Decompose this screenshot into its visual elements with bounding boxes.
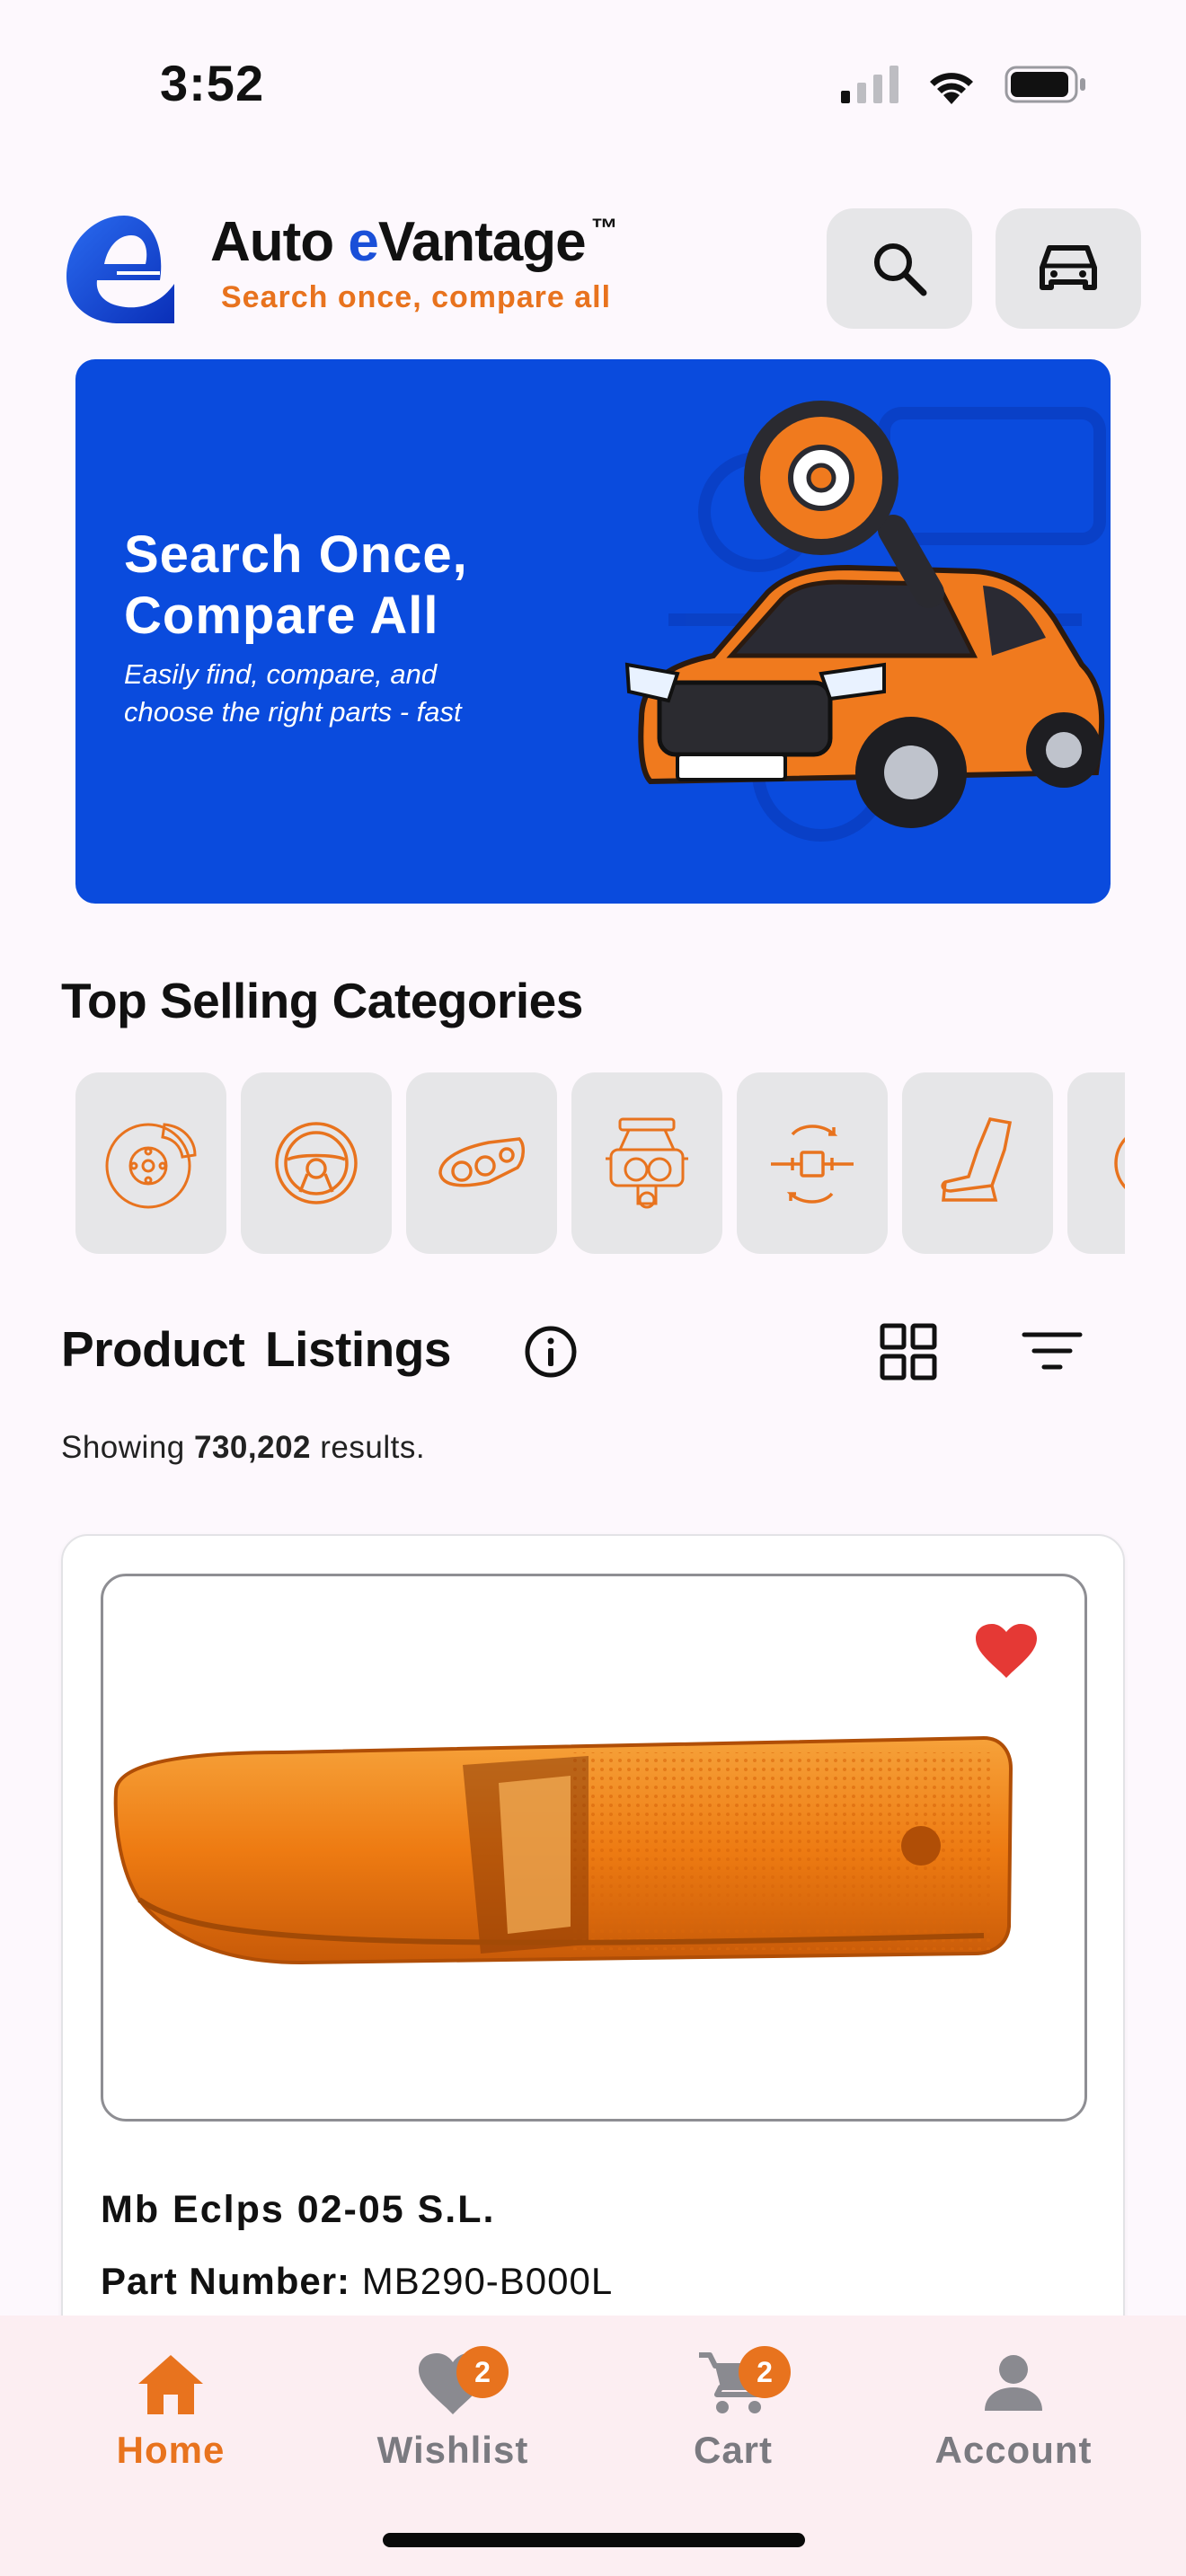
engine-icon <box>606 1117 688 1209</box>
grid-view-icon[interactable] <box>879 1322 938 1381</box>
categories-title: Top Selling Categories <box>61 973 583 1028</box>
banner-subtitle-line1: Easily find, compare, and <box>124 658 438 690</box>
nav-wishlist-label: Wishlist <box>376 2429 529 2471</box>
account-icon <box>985 2355 1042 2411</box>
nav-home[interactable]: Home <box>54 2351 288 2504</box>
status-time: 3:52 <box>160 55 265 111</box>
brand-suffix: Vantage <box>377 211 587 273</box>
category-engine[interactable] <box>571 1072 722 1254</box>
status-icons <box>841 65 1087 104</box>
product-part-number: Part Number: MB290-B000L <box>101 2260 613 2303</box>
brand-logo <box>66 216 174 323</box>
brand-tagline: Search once, compare all <box>221 280 612 314</box>
nav-account-label: Account <box>934 2429 1093 2471</box>
category-strip[interactable] <box>75 1072 1125 1254</box>
car-icon <box>1040 245 1097 290</box>
category-steering[interactable] <box>241 1072 392 1254</box>
category-fuel[interactable] <box>737 1072 888 1254</box>
partial-category-icon <box>1114 1136 1125 1190</box>
home-indicator <box>383 2533 805 2547</box>
banner-subtitle: Easily find, compare, and choose the rig… <box>124 656 462 731</box>
brand-prefix: Auto <box>210 211 349 273</box>
banner-title: Search Once, Compare All <box>124 525 468 647</box>
info-icon[interactable] <box>523 1324 579 1380</box>
brand-e: e <box>348 211 378 273</box>
app-header: Auto eVantage ™ Search once, compare all <box>0 205 1186 331</box>
steering-wheel-icon <box>275 1122 358 1204</box>
nav-cart[interactable]: 2 Cart <box>616 2346 850 2504</box>
part-number-value: MB290-B000L <box>361 2260 614 2302</box>
nav-wishlist[interactable]: 2 Wishlist <box>336 2346 570 2504</box>
car-seat-icon <box>941 1117 1013 1202</box>
results-count: Showing 730,202 results. <box>61 1430 425 1466</box>
fuel-filter-icon <box>771 1125 854 1204</box>
promo-banner[interactable]: Search Once, Compare All Easily find, co… <box>75 359 1111 904</box>
home-icon <box>138 2355 203 2414</box>
category-brakes[interactable] <box>75 1072 226 1254</box>
favorite-button[interactable] <box>934 1579 1078 1723</box>
results-suffix: results. <box>311 1430 426 1465</box>
signal-icon <box>841 66 898 103</box>
product-name[interactable]: Mb Eclps 02-05 S.L. <box>101 2188 495 2232</box>
nav-account[interactable]: Account <box>897 2351 1130 2504</box>
nav-home-label: Home <box>116 2429 226 2471</box>
banner-title-line1: Search Once, <box>124 525 468 584</box>
part-number-label: Part Number: <box>101 2260 351 2302</box>
category-lighting[interactable] <box>406 1072 557 1254</box>
search-icon <box>874 243 927 296</box>
headlight-icon <box>438 1137 525 1187</box>
banner-subtitle-line2: choose the right parts - fast <box>124 696 462 728</box>
banner-title-line2: Compare All <box>124 587 439 645</box>
battery-icon <box>1005 66 1085 103</box>
category-more[interactable] <box>1067 1072 1125 1254</box>
results-prefix: Showing <box>61 1430 194 1465</box>
vehicle-button[interactable] <box>996 208 1141 329</box>
listings-title: Product Listings <box>61 1321 451 1377</box>
brand-name: Auto eVantage ™ <box>210 210 618 274</box>
nav-cart-label: Cart <box>693 2429 774 2471</box>
cart-badge: 2 <box>739 2346 791 2398</box>
heart-filled-icon <box>976 1624 1037 1678</box>
wifi-icon <box>930 73 973 104</box>
category-seats[interactable] <box>902 1072 1053 1254</box>
car-illustration <box>624 401 1106 842</box>
filter-icon[interactable] <box>1021 1329 1084 1374</box>
brake-disc-icon <box>105 1123 197 1209</box>
results-number: 730,202 <box>193 1430 312 1465</box>
wishlist-badge: 2 <box>456 2346 509 2398</box>
status-bar: 3:52 <box>0 0 1186 153</box>
search-button[interactable] <box>827 208 972 329</box>
trademark: ™ <box>590 214 618 243</box>
